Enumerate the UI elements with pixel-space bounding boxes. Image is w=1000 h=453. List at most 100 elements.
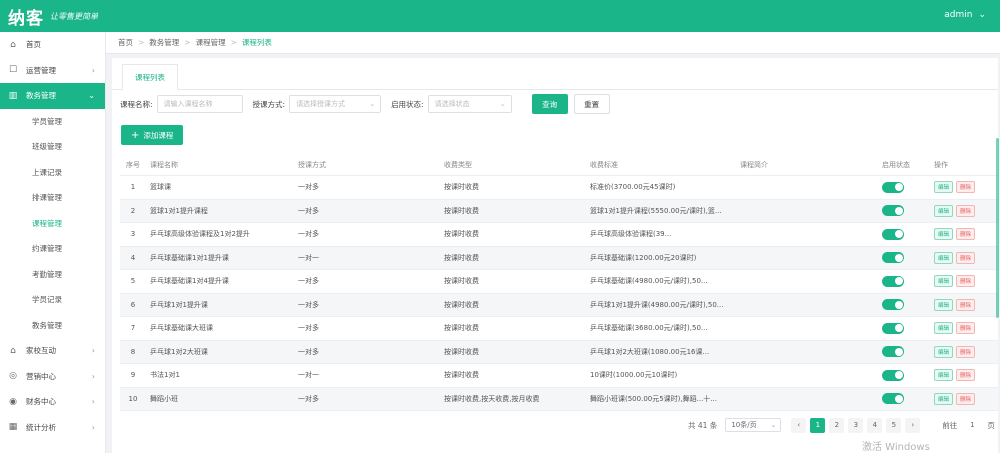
status-select[interactable]: 请选择状态 ⌄ xyxy=(427,95,512,113)
book-icon: ▥ xyxy=(8,90,18,101)
sidebar-item-marketing[interactable]: ◎ 营销中心 › xyxy=(0,364,105,390)
edit-button[interactable]: 编辑 xyxy=(934,275,954,288)
breadcrumb: 首页 > 教务管理 > 课程管理 > 课程列表 xyxy=(106,32,1000,54)
table-cell: 7 xyxy=(130,324,136,333)
table-cell: 书法1对1 xyxy=(150,371,180,380)
goto-input[interactable]: 1 xyxy=(963,418,981,432)
user-menu[interactable]: admin ⌄ xyxy=(944,10,986,20)
sidebar-item-operation[interactable]: ☐ 运营管理 › xyxy=(0,58,105,84)
filter-bar: 课程名称: 请输入课程名称 授课方式: 请选择授课方式 ⌄ 启用状态: 请选择状… xyxy=(120,94,610,114)
edit-button[interactable]: 编辑 xyxy=(934,392,954,405)
enable-toggle[interactable] xyxy=(882,205,904,217)
breadcrumb-course[interactable]: 课程管理 xyxy=(196,37,226,48)
table-row: 2 篮球1对1提升课程 一对多 按课时收费 篮球1对1提升课程(5550.00元/课时)… xyxy=(120,199,998,223)
sidebar-item-home[interactable]: ⌂ 首页 xyxy=(0,32,105,58)
edit-button[interactable]: 编辑 xyxy=(934,251,954,264)
enable-toggle[interactable] xyxy=(882,181,904,193)
scrollbar[interactable] xyxy=(996,138,999,318)
edit-button[interactable]: 编辑 xyxy=(934,298,954,311)
edit-button[interactable]: 编辑 xyxy=(934,322,954,335)
table-cell: 乒乓球高级体验课程及1对2提升 xyxy=(150,230,250,239)
edit-button[interactable]: 编辑 xyxy=(934,204,954,217)
logo: 纳客 让零售更简单 xyxy=(0,4,160,29)
sidebar-sub-schedule[interactable]: 排课管理 xyxy=(0,185,105,211)
page-size-select[interactable]: 10条/页 ⌄ xyxy=(725,418,782,432)
enable-toggle[interactable] xyxy=(882,252,904,264)
table-cell: 按课时收费 xyxy=(444,206,479,215)
delete-button[interactable]: 删除 xyxy=(956,251,976,264)
mode-select[interactable]: 请选择授课方式 ⌄ xyxy=(289,95,382,113)
table-cell: 一对多 xyxy=(298,394,319,403)
sidebar-sub-student[interactable]: 学员管理 xyxy=(0,109,105,135)
edit-button[interactable]: 编辑 xyxy=(934,345,954,358)
delete-button[interactable]: 删除 xyxy=(956,392,976,405)
breadcrumb-current: 课程列表 xyxy=(241,38,272,47)
page-5[interactable]: 5 xyxy=(886,417,902,433)
enable-toggle[interactable] xyxy=(882,299,904,311)
edit-button[interactable]: 编辑 xyxy=(934,181,954,194)
edit-button[interactable]: 编辑 xyxy=(934,228,954,241)
course-name-input[interactable]: 请输入课程名称 xyxy=(156,95,243,113)
delete-button[interactable]: 删除 xyxy=(956,181,976,194)
delete-button[interactable]: 删除 xyxy=(956,298,976,311)
enable-toggle[interactable] xyxy=(882,369,904,381)
table-row: 10 舞蹈小班 一对多 按课时收费,按天收费,按月收费 舞蹈小班课(500.00元5课时… xyxy=(120,387,998,411)
next-page-button[interactable]: › xyxy=(905,417,921,433)
page-1[interactable]: 1 xyxy=(810,417,826,433)
sidebar-sub-student-record[interactable]: 学员记录 xyxy=(0,287,105,313)
breadcrumb-academic[interactable]: 教务管理 xyxy=(149,37,179,48)
sidebar-sub-class[interactable]: 班级管理 xyxy=(0,134,105,160)
sidebar-item-home-school[interactable]: ⌂ 家校互动 › xyxy=(0,338,105,364)
delete-button[interactable]: 删除 xyxy=(956,275,976,288)
sidebar: ⌂ 首页 ☐ 运营管理 › ▥ 教务管理 ⌄ 学员管理 班级管理 上课记录 排课… xyxy=(0,32,106,453)
total-count: 共 41 条 xyxy=(688,420,718,430)
table-cell: 一对多 xyxy=(298,206,319,215)
page-4[interactable]: 4 xyxy=(867,417,883,433)
goto-page: 前往 1 页 xyxy=(942,418,995,432)
delete-button[interactable]: 删除 xyxy=(956,322,976,335)
main-content: 课程列表 课程名称: 请输入课程名称 授课方式: 请选择授课方式 ⌄ 启用状态:… xyxy=(112,58,998,453)
add-course-button[interactable]: + 添加课程 xyxy=(121,125,184,145)
table-cell: 1 xyxy=(130,183,136,192)
search-button[interactable]: 查询 xyxy=(531,94,568,114)
plus-icon: + xyxy=(131,129,140,141)
delete-button[interactable]: 删除 xyxy=(956,369,976,382)
enable-toggle[interactable] xyxy=(882,228,904,240)
enable-toggle[interactable] xyxy=(882,346,904,358)
sidebar-item-stats[interactable]: ▦ 统计分析 › xyxy=(0,415,105,441)
edit-button[interactable]: 编辑 xyxy=(934,369,954,382)
sidebar-sub-booking[interactable]: 约课管理 xyxy=(0,236,105,262)
table-cell: 按课时收费 xyxy=(444,253,479,262)
reset-button[interactable]: 重置 xyxy=(573,94,610,114)
chevron-down-icon: ⌄ xyxy=(499,100,506,108)
sidebar-sub-attendance[interactable]: 考勤管理 xyxy=(0,262,105,288)
table-cell: 乒乓球基础课(4980.00元/课时),50... xyxy=(590,277,708,286)
sidebar-item-finance[interactable]: ◉ 财务中心 › xyxy=(0,389,105,415)
sidebar-sub-lesson-record[interactable]: 上课记录 xyxy=(0,160,105,186)
enable-toggle[interactable] xyxy=(882,322,904,334)
chevron-right-icon: › xyxy=(91,397,95,407)
table-cell: 乒乓球基础课1对4提升课 xyxy=(150,277,229,286)
page-3[interactable]: 3 xyxy=(848,417,864,433)
sidebar-item-academic[interactable]: ▥ 教务管理 ⌄ xyxy=(0,83,105,109)
table-cell: 9 xyxy=(130,371,136,380)
table-cell: 乒乓球1对1提升课 xyxy=(150,300,208,309)
breadcrumb-home[interactable]: 首页 xyxy=(118,37,133,48)
table-row: 6 乒乓球1对1提升课 一对多 按课时收费 乒乓球1对1提升课(4980.00元/课时)… xyxy=(120,293,998,317)
prev-page-button[interactable]: ‹ xyxy=(791,417,807,433)
home-school-icon: ⌂ xyxy=(10,345,16,356)
enable-toggle[interactable] xyxy=(882,393,904,405)
table-cell: 标准价(3700.00元45课时) xyxy=(590,183,676,192)
sidebar-sub-course[interactable]: 课程管理 xyxy=(0,211,105,237)
sidebar-sub-academic[interactable]: 教务管理 xyxy=(0,313,105,339)
table-cell: 按课时收费 xyxy=(444,371,479,380)
tab-course-list[interactable]: 课程列表 xyxy=(122,64,178,90)
page-2[interactable]: 2 xyxy=(829,417,845,433)
delete-button[interactable]: 删除 xyxy=(956,228,976,241)
table-row: 9 书法1对1 一对一 按课时收费 10课时(1000.00元10课时) 编辑 删除 xyxy=(120,364,998,388)
chevron-down-icon: ⌄ xyxy=(88,91,95,101)
delete-button[interactable]: 删除 xyxy=(956,204,976,217)
enable-toggle[interactable] xyxy=(882,275,904,287)
table-cell: 按课时收费,按天收费,按月收费 xyxy=(444,394,540,403)
delete-button[interactable]: 删除 xyxy=(956,345,976,358)
